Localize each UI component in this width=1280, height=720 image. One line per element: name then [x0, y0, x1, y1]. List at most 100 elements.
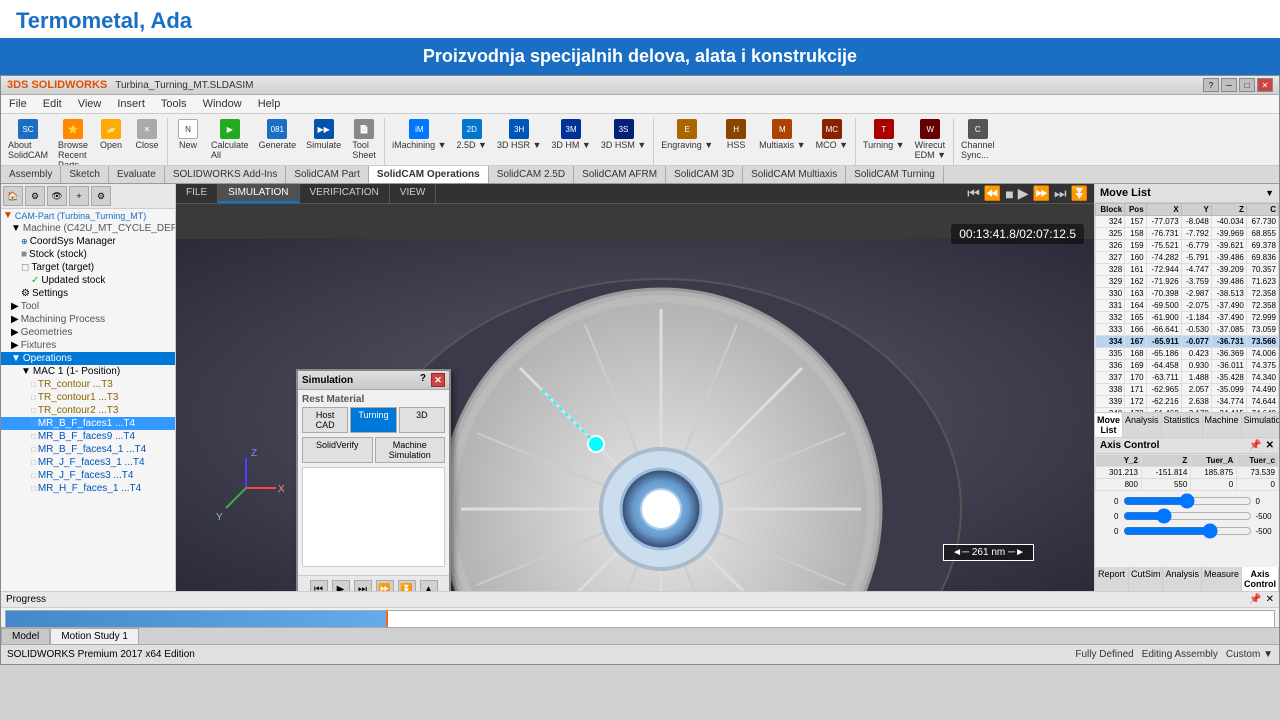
tree-item-stock[interactable]: ■Stock (stock)	[1, 248, 175, 261]
menu-insert[interactable]: Insert	[113, 97, 149, 111]
ab-tab-axis-control[interactable]: Axis Control	[1242, 567, 1279, 591]
browse-recent-btn[interactable]: ⭐BrowseRecentParts	[53, 116, 93, 166]
tree-item-tr-contour1[interactable]: □TR_contour1 ...T3	[1, 391, 175, 404]
tree-item-target[interactable]: ◻Target (target)	[1, 261, 175, 274]
tree-item-mr-b-f-faces1[interactable]: □MR_B_F_faces1 ...T4	[1, 417, 175, 430]
menu-tools[interactable]: Tools	[157, 97, 191, 111]
tree-item-mr-b-f-faces9[interactable]: □MR_B_F_faces9 ...T4	[1, 430, 175, 443]
sim-play-btn[interactable]: ▶	[332, 580, 350, 591]
open-btn[interactable]: 📂Open	[93, 116, 129, 166]
wirecut-edm-btn[interactable]: WWirecutEDM ▼	[910, 116, 951, 166]
menu-window[interactable]: Window	[199, 97, 246, 111]
table-row[interactable]: 338 171 -62.965 2.057 -35.099 74.490	[1096, 384, 1279, 396]
play-next-btn[interactable]: ⏭	[1054, 185, 1067, 202]
table-row[interactable]: 336 169 -64.458 0.930 -36.011 74.375	[1096, 360, 1279, 372]
panel-add-btn[interactable]: +	[69, 186, 89, 206]
axis-slider-3[interactable]	[1123, 525, 1252, 537]
sim-host-cad-btn[interactable]: Host CAD	[302, 407, 348, 433]
multiaxis-btn[interactable]: MMultiaxis ▼	[754, 116, 810, 166]
progress-bar[interactable]	[5, 610, 1275, 628]
sim-3d-btn[interactable]: 3D	[399, 407, 445, 433]
table-row[interactable]: 334 167 -65.911 -0.077 -36.731 73.566	[1096, 336, 1279, 348]
search-help-btn[interactable]: ?	[1203, 78, 1219, 92]
tab-solidcam-operations[interactable]: SolidCAM Operations	[369, 166, 489, 183]
play-stop-btn[interactable]: ■	[1005, 186, 1013, 202]
tree-item-mac1[interactable]: ▼MAC 1 (1- Position)	[1, 365, 175, 378]
move-list-dropdown-icon[interactable]: ▼	[1265, 188, 1274, 198]
tab-sketch[interactable]: Sketch	[61, 166, 109, 183]
move-list-table[interactable]: Block Pos X Y Z C 324 157 -77.073 -8.048	[1095, 203, 1279, 412]
turning-btn[interactable]: TTurning ▼	[858, 116, 910, 166]
play-prev-btn[interactable]: ⏮	[967, 185, 980, 202]
play-btn[interactable]: ▶	[1018, 185, 1029, 202]
panel-view-btn[interactable]: 👁	[47, 186, 67, 206]
play-fast-btn[interactable]: ⏬	[1071, 185, 1088, 202]
ab-tab-report[interactable]: Report	[1095, 567, 1129, 591]
tab-solidworks-addins[interactable]: SOLIDWORKS Add-Ins	[165, 166, 286, 183]
channel-sync-btn[interactable]: CChannelSync...	[956, 116, 1000, 166]
axis-pin-btn[interactable]: 📌	[1249, 440, 1261, 451]
tree-item-updated-stock[interactable]: ✓Updated stock	[1, 274, 175, 287]
menu-file[interactable]: File	[5, 97, 31, 111]
tab-solidcam-3d[interactable]: SolidCAM 3D	[666, 166, 743, 183]
ab-tab-cutsim[interactable]: CutSim	[1129, 567, 1164, 591]
tree-item-mr-h-f-faces-1[interactable]: □MR_H_F_faces_1 ...T4	[1, 482, 175, 495]
ml-tab-simulation[interactable]: Simulation	[1242, 413, 1279, 437]
table-row[interactable]: 331 164 -69.500 -2.075 -37.490 72.358	[1096, 300, 1279, 312]
sim-close-btn[interactable]: ✕	[431, 373, 445, 387]
panel-home-btn[interactable]: 🏠	[3, 186, 23, 206]
sim-step-fwd-btn[interactable]: ⏭	[354, 580, 372, 591]
ml-tab-machine[interactable]: Machine	[1203, 413, 1242, 437]
table-row[interactable]: 339 172 -62.216 2.638 -34.774 74.644	[1096, 396, 1279, 408]
tree-item-tool[interactable]: ▶Tool	[1, 300, 175, 313]
tree-item-mr-j-f-faces3[interactable]: □MR_J_F_faces3 ...T4	[1, 469, 175, 482]
close-btn[interactable]: ✕Close	[129, 116, 165, 166]
tab-solidcam-turning[interactable]: SolidCAM Turning	[846, 166, 944, 183]
table-row[interactable]: 324 157 -77.073 -8.048 -40.034 67.730	[1096, 216, 1279, 228]
progress-pin-btn[interactable]: 📌	[1249, 594, 1261, 605]
hss-btn[interactable]: HHSS	[718, 116, 754, 166]
3dhm-btn[interactable]: 3M3D HM ▼	[546, 116, 595, 166]
play-back-btn[interactable]: ⏪	[984, 185, 1001, 202]
vp-tab-simulation[interactable]: SIMULATION	[218, 184, 299, 203]
vp-tab-verification[interactable]: VERIFICATION	[300, 184, 390, 203]
mco-btn[interactable]: MCMCO ▼	[811, 116, 853, 166]
sim-speed-btn[interactable]: ▲	[420, 580, 438, 591]
table-row[interactable]: 327 160 -74.282 -5.791 -39.486 69.836	[1096, 252, 1279, 264]
081-generate-btn[interactable]: 081Generate	[254, 116, 302, 166]
model-tab-model[interactable]: Model	[1, 628, 50, 644]
tool-sheet-btn[interactable]: 📄ToolSheet	[346, 116, 382, 166]
new-btn[interactable]: NNew	[170, 116, 206, 166]
ml-tab-analysis[interactable]: Analysis	[1123, 413, 1162, 437]
axis-close-btn[interactable]: ✕	[1266, 440, 1274, 451]
progress-close-btn[interactable]: ✕	[1266, 594, 1274, 605]
ab-tab-measure[interactable]: Measure	[1202, 567, 1242, 591]
menu-help[interactable]: Help	[254, 97, 285, 111]
table-row[interactable]: 330 163 -70.398 -2.987 -38.513 72.358	[1096, 288, 1279, 300]
tree-item-geometries[interactable]: ▶Geometries	[1, 326, 175, 339]
table-row[interactable]: 337 170 -63.711 1.488 -35.428 74.340	[1096, 372, 1279, 384]
tab-assembly[interactable]: Assembly	[1, 166, 61, 183]
table-row[interactable]: 326 159 -75.521 -6.779 -39.621 69.378	[1096, 240, 1279, 252]
tree-item-fixtures[interactable]: ▶Fixtures	[1, 339, 175, 352]
sim-solidverify-btn[interactable]: SolidVerify	[302, 437, 373, 463]
sim-turning-btn[interactable]: Turning	[350, 407, 396, 433]
tree-item-tr-contour[interactable]: □TR_contour ...T3	[1, 378, 175, 391]
about-solidcam-btn[interactable]: SCAboutSolidCAM	[3, 116, 53, 166]
close-btn[interactable]: ✕	[1257, 78, 1273, 92]
table-row[interactable]: 335 168 -65.186 0.423 -36.369 74.006	[1096, 348, 1279, 360]
tree-item-settings[interactable]: ⚙Settings	[1, 287, 175, 300]
3dhsr-btn[interactable]: 3H3D HSR ▼	[492, 116, 546, 166]
minimize-btn[interactable]: ─	[1221, 78, 1237, 92]
3dhsm-btn[interactable]: 3S3D HSM ▼	[596, 116, 651, 166]
table-row[interactable]: 325 158 -76.731 -7.792 -39.969 68.855	[1096, 228, 1279, 240]
tree-item-mr-j-f-faces3-1[interactable]: □MR_J_F_faces3_1 ...T4	[1, 456, 175, 469]
2d5-btn[interactable]: 2D2.5D ▼	[452, 116, 492, 166]
tree-item-operations[interactable]: ▼Operations	[1, 352, 175, 365]
sim-help-btn[interactable]: ?	[417, 373, 429, 387]
tab-solidcam-part[interactable]: SolidCAM Part	[286, 166, 369, 183]
sim-prev-btn[interactable]: ⏮	[310, 580, 328, 591]
simulate-btn[interactable]: ▶▶Simulate	[301, 116, 346, 166]
vp-tab-file[interactable]: FILE	[176, 184, 218, 203]
tree-item-machining-process[interactable]: ▶Machining Process	[1, 313, 175, 326]
